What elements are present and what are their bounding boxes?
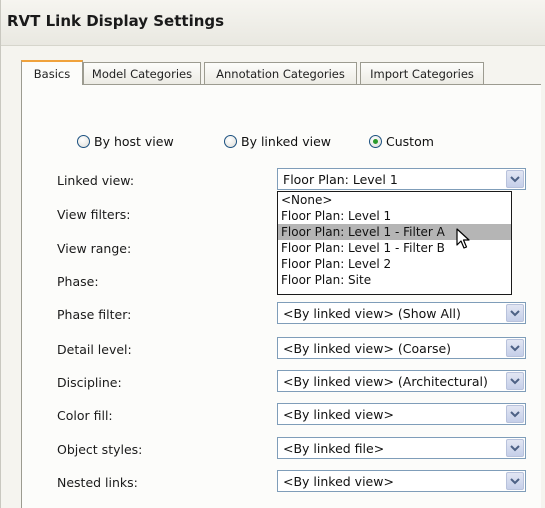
tab-basics[interactable]: Basics: [21, 60, 83, 85]
color-fill-label: Color fill:: [57, 408, 113, 423]
radio-button[interactable]: [77, 134, 90, 148]
linked-view-label: Linked view:: [57, 173, 135, 188]
chevron-down-icon[interactable]: [506, 339, 524, 357]
tab-bar: Basics Model Categories Annotation Categ…: [21, 60, 545, 85]
tab-label: Annotation Categories: [216, 66, 345, 81]
radio-label: By host view: [94, 133, 174, 149]
discipline-label: Discipline:: [57, 375, 122, 390]
linked-view-select[interactable]: Floor Plan: Level 1: [277, 168, 526, 190]
mouse-pointer-icon: [456, 228, 470, 253]
object-styles-value: <By linked file>: [283, 441, 385, 456]
radio-by-linked-view[interactable]: By linked view: [224, 131, 331, 151]
tab-label: Import Categories: [370, 66, 474, 81]
detail-level-select[interactable]: <By linked view> (Coarse): [277, 337, 526, 359]
dropdown-option-level-1-filter-b[interactable]: Floor Plan: Level 1 - Filter B: [278, 240, 511, 256]
phase-filter-value: <By linked view> (Show All): [283, 306, 461, 321]
linked-view-value: Floor Plan: Level 1: [283, 172, 398, 187]
chevron-down-icon[interactable]: [506, 472, 524, 490]
nested-links-label: Nested links:: [57, 475, 138, 490]
radio-button[interactable]: [369, 134, 382, 148]
discipline-select[interactable]: <By linked view> (Architectural): [277, 370, 526, 392]
rvt-link-display-settings-dialog: RVT Link Display Settings Basics Model C…: [0, 0, 545, 508]
radio-custom[interactable]: Custom: [369, 131, 434, 151]
object-styles-select[interactable]: <By linked file>: [277, 437, 526, 459]
color-fill-select[interactable]: <By linked view>: [277, 403, 526, 425]
phase-filter-label: Phase filter:: [57, 307, 132, 322]
discipline-value: <By linked view> (Architectural): [283, 374, 488, 389]
tab-model-categories[interactable]: Model Categories: [83, 62, 201, 84]
dropdown-option-level-1-filter-a[interactable]: Floor Plan: Level 1 - Filter A: [278, 224, 511, 240]
phase-label: Phase:: [57, 274, 99, 289]
object-styles-label: Object styles:: [57, 442, 143, 457]
tab-label: Basics: [33, 66, 71, 81]
view-range-label: View range:: [57, 241, 132, 256]
title-bar[interactable]: RVT Link Display Settings: [1, 0, 545, 46]
tab-label: Model Categories: [91, 66, 193, 81]
dialog-title: RVT Link Display Settings: [7, 12, 225, 30]
tab-import-categories[interactable]: Import Categories: [360, 62, 484, 84]
chevron-down-icon[interactable]: [506, 372, 524, 390]
radio-by-host-view[interactable]: By host view: [77, 131, 174, 151]
linked-view-dropdown-list[interactable]: <None> Floor Plan: Level 1 Floor Plan: L…: [277, 191, 512, 295]
chevron-down-icon[interactable]: [506, 304, 524, 322]
dropdown-option-level-1[interactable]: Floor Plan: Level 1: [278, 208, 511, 224]
color-fill-value: <By linked view>: [283, 407, 394, 422]
radio-label: Custom: [386, 133, 434, 149]
detail-level-value: <By linked view> (Coarse): [283, 341, 452, 356]
chevron-down-icon[interactable]: [506, 439, 524, 457]
phase-filter-select[interactable]: <By linked view> (Show All): [277, 302, 526, 324]
dropdown-option-none[interactable]: <None>: [278, 192, 511, 208]
dropdown-option-site[interactable]: Floor Plan: Site: [278, 272, 511, 288]
nested-links-value: <By linked view>: [283, 474, 394, 489]
detail-level-label: Detail level:: [57, 342, 132, 357]
dropdown-option-level-2[interactable]: Floor Plan: Level 2: [278, 256, 511, 272]
nested-links-select[interactable]: <By linked view>: [277, 470, 526, 492]
radio-label: By linked view: [241, 133, 331, 149]
view-filters-label: View filters:: [57, 207, 131, 222]
chevron-down-icon[interactable]: [506, 170, 524, 188]
chevron-down-icon[interactable]: [506, 405, 524, 423]
tab-annotation-categories[interactable]: Annotation Categories: [204, 62, 357, 84]
radio-button[interactable]: [224, 134, 237, 148]
